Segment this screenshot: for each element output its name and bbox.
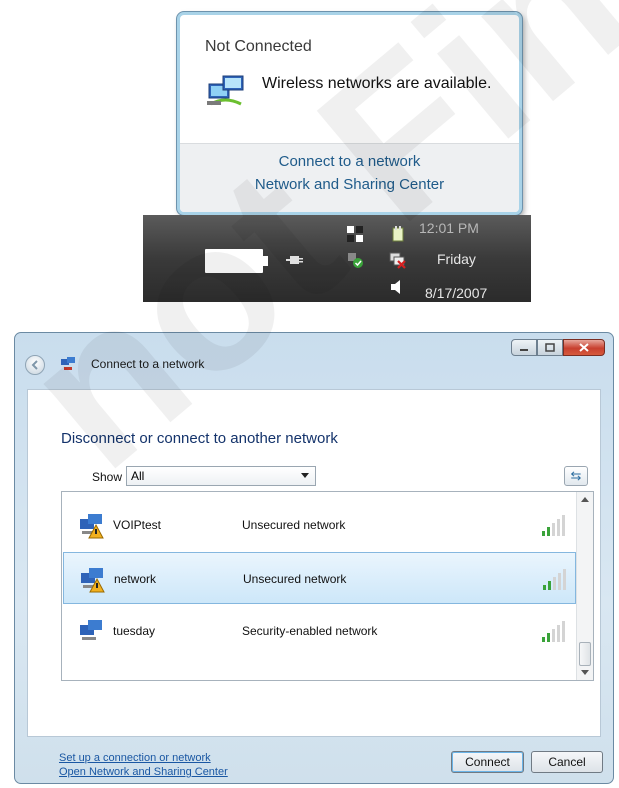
open-sharing-center-link[interactable]: Open Network and Sharing Center [59,766,228,778]
network-ssid: network [114,572,157,586]
maximize-button[interactable] [537,339,563,356]
secured-network-icon [80,620,102,640]
signal-strength-icon [543,569,566,590]
page-heading: Disconnect or connect to another network [61,430,338,447]
list-scrollbar[interactable] [576,492,593,680]
network-computers-icon [207,75,244,106]
network-ssid: VOIPtest [113,518,162,532]
notification-balloon: Not Connected Wireless networks are avai… [177,12,522,215]
scroll-up-arrow-icon[interactable] [581,497,589,502]
close-icon [579,343,589,352]
power-plug-icon[interactable] [286,251,304,269]
close-button[interactable] [563,339,605,356]
show-filter-select[interactable]: All [126,466,316,486]
battery-icon[interactable] [205,249,268,273]
scroll-thumb[interactable] [579,642,591,666]
dialog-title: Connect to a network [91,357,205,371]
security-shield-icon[interactable] [346,251,364,269]
show-label: Show [92,470,123,484]
network-security-status: Unsecured network [243,572,347,586]
minimize-icon [520,349,528,351]
network-list: VOIPtest Unsecured network network Unsec… [61,491,594,681]
refresh-icon: ⇆ [570,468,582,483]
maximize-icon [545,343,555,352]
network-wizard-icon [61,357,75,370]
signal-strength-icon [542,621,565,642]
refresh-button[interactable]: ⇆ [564,466,588,486]
network-ssid: tuesday [113,624,156,638]
scroll-down-arrow-icon[interactable] [581,670,589,675]
network-icon[interactable] [346,225,364,243]
unsecured-network-icon [80,514,104,539]
clock-day[interactable]: Friday [437,251,547,267]
dialog-content: Disconnect or connect to another network… [27,389,601,778]
popup-title: Not Connected [205,38,312,55]
show-filter-value: All [131,469,145,483]
dropdown-arrow-icon [301,473,309,478]
connect-button[interactable]: Connect [451,751,524,773]
window-controls [511,339,605,356]
network-sharing-center-link[interactable]: Network and Sharing Center [180,176,519,193]
taskbar-tray: 12:01 PM Friday 8/17/2007 [143,215,531,302]
wireless-icon[interactable] [389,225,407,243]
popup-message: Wireless networks are available. [262,75,492,92]
back-button[interactable] [25,355,45,375]
clock-time[interactable]: 12:01 PM [419,220,529,236]
network-security-status: Security-enabled network [242,624,378,638]
minimize-button[interactable] [511,339,537,356]
connect-network-dialog: Connect to a network Disconnect or conne… [14,332,614,784]
cancel-button[interactable]: Cancel [531,751,603,773]
setup-connection-link[interactable]: Set up a connection or network [59,752,211,764]
network-row[interactable]: VOIPtest Unsecured network [63,499,576,551]
unsecured-network-icon [81,568,105,593]
speaker-icon[interactable] [387,278,405,296]
connect-to-network-link[interactable]: Connect to a network [180,153,519,170]
network-row-selected[interactable]: network Unsecured network [63,552,576,604]
network-security-status: Unsecured network [242,518,346,532]
signal-strength-icon [542,515,565,536]
clock-date[interactable]: 8/17/2007 [425,285,535,301]
back-arrow-icon [31,360,38,370]
network-error-icon[interactable] [389,251,407,269]
network-row[interactable]: tuesday Security-enabled network [63,605,576,657]
